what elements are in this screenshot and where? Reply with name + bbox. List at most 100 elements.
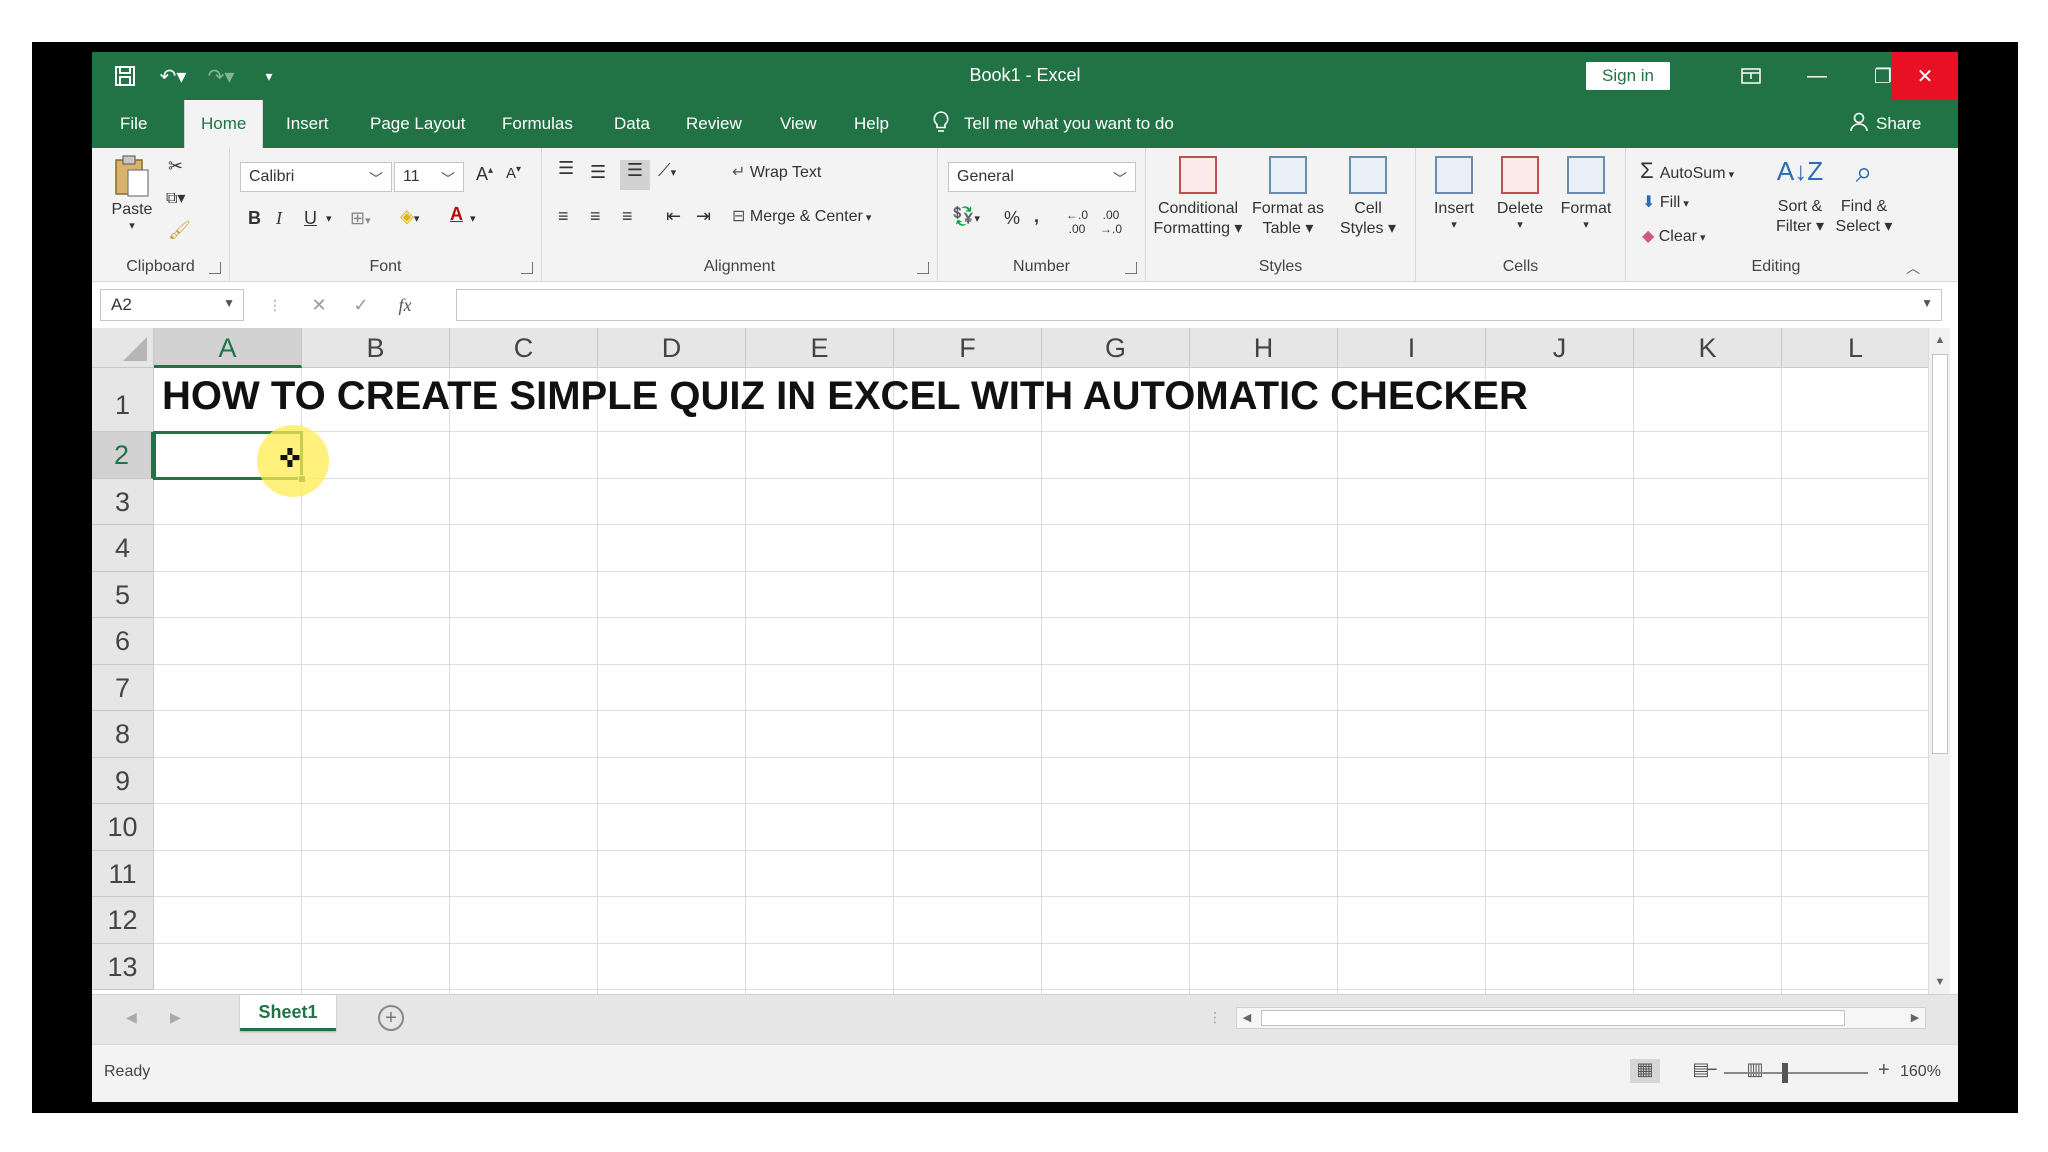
top-align-icon[interactable]: ☰ [558, 158, 574, 179]
sign-in-button[interactable]: Sign in [1586, 62, 1670, 90]
decrease-decimal-icon[interactable]: .00 →.0 [1100, 208, 1122, 236]
tab-insert[interactable]: Insert [282, 100, 333, 148]
row-header-12[interactable]: 12 [92, 897, 154, 944]
align-center-icon[interactable]: ≡ [590, 206, 601, 227]
row-header-6[interactable]: 6 [92, 618, 154, 665]
number-launcher-icon[interactable] [1125, 262, 1137, 274]
cell-a1[interactable]: HOW TO CREATE SIMPLE QUIZ IN EXCEL WITH … [162, 374, 1528, 419]
name-box[interactable]: A2 ▼ [100, 289, 244, 321]
format-as-table-button[interactable]: Format as Table ▾ [1246, 156, 1330, 238]
alignment-launcher-icon[interactable] [917, 262, 929, 274]
column-header-b[interactable]: B [302, 328, 450, 368]
column-header-f[interactable]: F [894, 328, 1042, 368]
find-select-button[interactable]: ⌕ Find & Select ▾ [1832, 156, 1896, 236]
number-format-select[interactable]: General ﹀ [948, 162, 1136, 192]
decrease-indent-icon[interactable]: ⇤ [666, 206, 681, 227]
wrap-text-button[interactable]: ↵ Wrap Text [732, 162, 821, 182]
conditional-formatting-button[interactable]: Conditional Formatting ▾ [1152, 156, 1244, 238]
tab-split-grip-icon[interactable]: ⋮ [1208, 1009, 1222, 1026]
add-sheet-icon[interactable]: + [378, 1005, 404, 1031]
row-header-4[interactable]: 4 [92, 525, 154, 572]
tab-formulas[interactable]: Formulas [498, 100, 577, 148]
zoom-slider-thumb[interactable] [1782, 1063, 1788, 1083]
tab-home[interactable]: Home [184, 100, 264, 148]
increase-indent-icon[interactable]: ⇥ [696, 206, 711, 227]
select-all-corner[interactable] [92, 328, 154, 368]
scroll-down-icon[interactable]: ▼ [1929, 972, 1951, 992]
formula-input[interactable]: ▼ [456, 289, 1942, 321]
row-header-8[interactable]: 8 [92, 711, 154, 758]
font-name-select[interactable]: Calibri ﹀ [240, 162, 392, 192]
increase-font-icon[interactable]: A▴ [476, 164, 493, 185]
tab-review[interactable]: Review [682, 100, 746, 148]
cut-icon[interactable]: ✂ [168, 156, 183, 177]
increase-decimal-icon[interactable]: ←.0.00 [1066, 208, 1088, 236]
row-header-5[interactable]: 5 [92, 571, 154, 618]
row-header-1[interactable]: 1 [92, 368, 154, 432]
close-icon[interactable]: ✕ [1892, 52, 1958, 100]
row-header-2[interactable]: 2 [92, 432, 154, 479]
tab-help[interactable]: Help [850, 100, 893, 148]
vertical-scroll-thumb[interactable] [1932, 354, 1948, 754]
scroll-left-icon[interactable]: ◀ [1237, 1008, 1257, 1028]
underline-dropdown-icon[interactable]: ▾ [326, 212, 332, 225]
collapse-ribbon-icon[interactable]: ︿ [1906, 258, 1920, 278]
cell-styles-button[interactable]: Cell Styles ▾ [1332, 156, 1404, 238]
row-header-13[interactable]: 13 [92, 943, 154, 990]
clear-button[interactable]: ◆ Clear ▾ [1642, 226, 1706, 246]
bottom-align-icon[interactable]: ☰ [620, 160, 650, 190]
column-header-i[interactable]: I [1338, 328, 1486, 368]
tell-me-search[interactable]: Tell me what you want to do [932, 100, 1174, 148]
format-cells-button[interactable]: Format ▾ [1554, 156, 1618, 231]
next-sheet-icon[interactable]: ▶ [170, 1009, 181, 1026]
page-break-view-icon[interactable]: ▥ [1740, 1059, 1770, 1083]
column-header-e[interactable]: E [746, 328, 894, 368]
confirm-entry-icon[interactable]: ✓ [344, 289, 378, 321]
share-button[interactable]: Share [1850, 100, 1921, 148]
scroll-right-icon[interactable]: ▶ [1905, 1008, 1925, 1028]
tab-file[interactable]: File [116, 100, 151, 148]
insert-cells-button[interactable]: Insert ▾ [1422, 156, 1486, 231]
tab-view[interactable]: View [776, 100, 821, 148]
insert-function-icon[interactable]: fx [388, 289, 422, 321]
ribbon-display-options-icon[interactable] [1718, 52, 1784, 100]
font-color-icon[interactable]: A [450, 204, 463, 225]
cancel-entry-icon[interactable]: ✕ [302, 289, 336, 321]
column-header-c[interactable]: C [450, 328, 598, 368]
borders-icon[interactable]: ⊞▾ [350, 208, 371, 229]
delete-cells-button[interactable]: Delete ▾ [1488, 156, 1552, 231]
accounting-format-icon[interactable]: 💱▾ [952, 206, 980, 227]
minimize-icon[interactable]: — [1784, 52, 1850, 100]
row-header-9[interactable]: 9 [92, 757, 154, 804]
column-header-g[interactable]: G [1042, 328, 1190, 368]
bold-button[interactable]: B [248, 208, 261, 229]
prev-sheet-icon[interactable]: ◀ [126, 1009, 137, 1026]
row-header-11[interactable]: 11 [92, 850, 154, 897]
comma-style-icon[interactable]: , [1034, 206, 1039, 227]
horizontal-scroll-thumb[interactable] [1261, 1010, 1845, 1026]
copy-icon[interactable]: ⧉▾ [166, 188, 185, 208]
column-header-l[interactable]: L [1782, 328, 1928, 368]
column-header-k[interactable]: K [1634, 328, 1782, 368]
font-color-dropdown-icon[interactable]: ▾ [470, 212, 476, 225]
horizontal-scrollbar[interactable]: ◀ ▶ [1236, 1007, 1926, 1029]
font-size-select[interactable]: 11 ﹀ [394, 162, 464, 192]
scroll-up-icon[interactable]: ▲ [1929, 330, 1951, 350]
align-right-icon[interactable]: ≡ [622, 206, 633, 227]
column-header-a[interactable]: A [154, 328, 302, 368]
column-header-d[interactable]: D [598, 328, 746, 368]
row-header-3[interactable]: 3 [92, 478, 154, 525]
tab-page-layout[interactable]: Page Layout [366, 100, 469, 148]
autosum-button[interactable]: Σ AutoSum ▾ [1640, 158, 1734, 184]
underline-button[interactable]: U [304, 208, 317, 229]
zoom-slider[interactable] [1724, 1072, 1868, 1074]
vertical-scrollbar[interactable]: ▲ ▼ [1928, 328, 1950, 994]
clipboard-launcher-icon[interactable] [209, 262, 221, 274]
normal-view-icon[interactable]: ▦ [1630, 1059, 1660, 1083]
orientation-icon[interactable]: ⟋▾ [658, 160, 676, 181]
paste-button[interactable]: Paste ▾ [104, 154, 160, 232]
percent-style-icon[interactable]: % [1004, 208, 1020, 229]
column-header-h[interactable]: H [1190, 328, 1338, 368]
merge-center-button[interactable]: ⊟ Merge & Center ▾ [732, 206, 871, 226]
fill-color-icon[interactable]: ◈▾ [400, 206, 419, 227]
